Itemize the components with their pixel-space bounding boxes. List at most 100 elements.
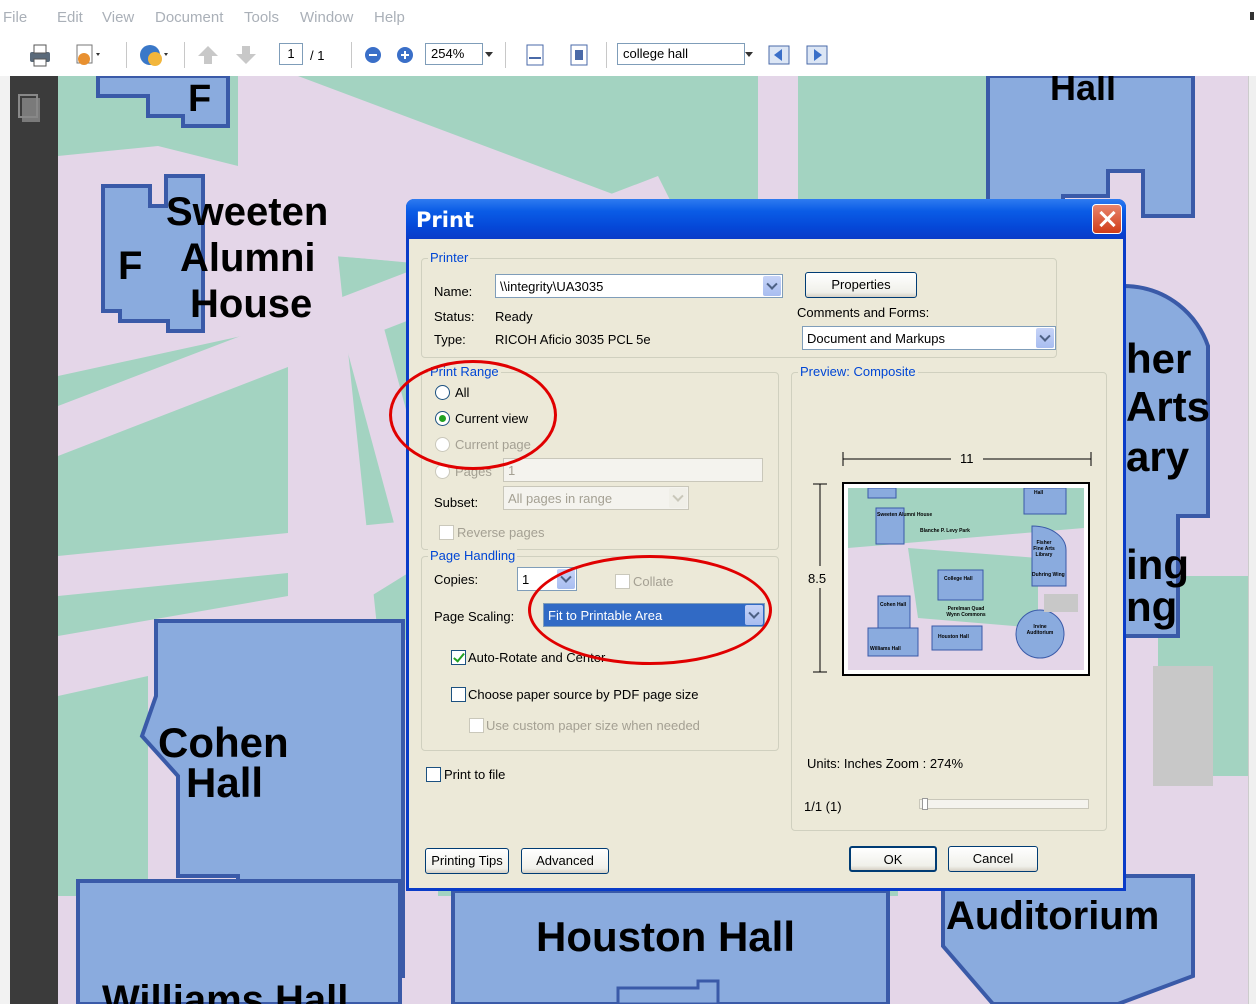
- toolbar-separator: [184, 42, 186, 68]
- menu-window[interactable]: Window: [300, 9, 353, 26]
- thumb-label-sweeten: Sweeten Alumni House: [877, 512, 933, 518]
- page-scaling-label: Page Scaling:: [434, 609, 515, 624]
- dialog-titlebar[interactable]: Print: [406, 199, 1126, 239]
- preview-page: Sweeten Alumni House Blanche P. Levy Par…: [842, 482, 1090, 676]
- map-label-sweeten-2: Alumni: [180, 236, 316, 280]
- map-label-duhring-2: ng: [1126, 583, 1178, 630]
- paper-source-label: Choose paper source by PDF page size: [468, 687, 699, 702]
- pane-edge: [0, 76, 10, 1004]
- comments-forms-value: Document and Markups: [807, 331, 946, 346]
- fit-width-icon[interactable]: [524, 42, 546, 68]
- printer-name-select[interactable]: \\integrity\UA3035: [495, 274, 783, 298]
- thumb-label-fisher: Fisher Fine Arts Library: [1033, 540, 1055, 558]
- toolbar-separator: [606, 42, 608, 68]
- copies-value: 1: [522, 572, 530, 587]
- map-label-f-left: F: [118, 244, 143, 288]
- navigation-pane: [0, 76, 58, 1004]
- thumb-label-college-hall: College Hall: [944, 576, 973, 582]
- share-icon[interactable]: [136, 42, 170, 68]
- menu-file[interactable]: File: [3, 9, 27, 26]
- chevron-down-icon[interactable]: [763, 276, 781, 296]
- annotation-ellipse-page-scaling: [528, 555, 772, 665]
- next-page-icon[interactable]: [234, 42, 258, 68]
- slider-thumb[interactable]: [922, 798, 928, 810]
- map-label-f-top: F: [188, 78, 212, 120]
- pin-icon[interactable]: [1250, 12, 1254, 20]
- menu-view[interactable]: View: [102, 9, 134, 26]
- map-label-auditorium: Auditorium: [946, 894, 1160, 938]
- printer-status-label: Status:: [434, 309, 475, 324]
- properties-button[interactable]: Properties: [805, 272, 917, 298]
- zoom-input[interactable]: 254%: [425, 43, 483, 65]
- map-label-cohen-2: Hall: [186, 759, 264, 806]
- menu-document[interactable]: Document: [155, 9, 223, 26]
- chevron-down-icon[interactable]: [1036, 328, 1054, 348]
- thumb-label-cohen: Cohen Hall: [880, 602, 907, 608]
- printer-type-value: RICOH Aficio 3035 PCL 5e: [495, 332, 651, 347]
- close-icon[interactable]: [1092, 204, 1122, 234]
- printer-group-label: Printer: [428, 250, 471, 265]
- menu-help[interactable]: Help: [374, 9, 405, 26]
- menu-tools[interactable]: Tools: [244, 9, 279, 26]
- advanced-button[interactable]: Advanced: [521, 848, 609, 874]
- print-to-file-checkbox[interactable]: [426, 767, 441, 782]
- printing-tips-button[interactable]: Printing Tips: [425, 848, 509, 874]
- attach-icon[interactable]: [72, 42, 102, 68]
- find-next-icon[interactable]: [804, 42, 832, 68]
- thumb-label-perelman: Perelman Quad Wynn Commons: [946, 606, 986, 618]
- printer-type-label: Type:: [434, 332, 466, 347]
- toolbar-separator: [126, 42, 128, 68]
- pages-input[interactable]: 1: [503, 458, 763, 482]
- map-label-williams: Williams Hall: [102, 978, 349, 1004]
- subset-select[interactable]: All pages in range: [503, 486, 689, 510]
- print-icon[interactable]: [26, 42, 54, 68]
- annotation-ellipse-print-range: [389, 360, 557, 470]
- printer-status-value: Ready: [495, 309, 533, 324]
- ok-button[interactable]: OK: [849, 846, 937, 872]
- comments-forms-select[interactable]: Document and Markups: [802, 326, 1056, 350]
- map-label-duhring-1: ing: [1126, 541, 1189, 588]
- thumb-label-levy-park: Blanche P. Levy Park: [920, 528, 970, 534]
- thumb-label-williams: Williams Hall: [870, 646, 901, 652]
- find-previous-icon[interactable]: [766, 42, 794, 68]
- zoom-dropdown-icon[interactable]: [482, 43, 496, 65]
- page-number-input[interactable]: 1: [279, 43, 303, 65]
- printer-name-value: \\integrity\UA3035: [500, 279, 604, 294]
- prev-page-icon[interactable]: [196, 42, 220, 68]
- reverse-pages-checkbox[interactable]: [439, 525, 454, 540]
- toolbar-separator: [505, 42, 507, 68]
- custom-paper-checkbox[interactable]: [469, 718, 484, 733]
- fit-page-icon[interactable]: [568, 42, 590, 68]
- print-to-file-label: Print to file: [444, 767, 506, 782]
- preview-page-slider[interactable]: [919, 798, 1089, 810]
- reverse-pages-label: Reverse pages: [457, 525, 545, 540]
- dialog-title: Print: [416, 208, 474, 232]
- custom-paper-label: Use custom paper size when needed: [486, 718, 700, 733]
- paper-source-checkbox[interactable]: [451, 687, 466, 702]
- thumb-label-irvine: Irvine Auditorium: [1026, 624, 1054, 636]
- menu-edit[interactable]: Edit: [57, 9, 83, 26]
- map-label-fisher-3: ary: [1126, 433, 1190, 480]
- subset-label: Subset:: [434, 495, 479, 510]
- toolbar: 1 / 1 254% college hall: [0, 36, 1256, 76]
- zoom-in-icon[interactable]: [394, 42, 416, 68]
- page-counter-text: 1/1 (1): [804, 799, 842, 814]
- search-input[interactable]: college hall: [617, 43, 745, 65]
- map-label-sweeten-1: Sweeten: [166, 190, 329, 234]
- printer-name-label: Name:: [434, 284, 473, 299]
- zoom-out-icon[interactable]: [362, 42, 384, 68]
- menu-bar: File Edit View Document Tools Window Hel…: [0, 0, 1256, 36]
- thumb-label-duhring: Duhring Wing: [1032, 572, 1065, 578]
- map-label-hall-top: Hall: [1050, 76, 1117, 108]
- page-handling-label: Page Handling: [428, 548, 518, 563]
- pages-panel-icon[interactable]: [18, 94, 40, 122]
- map-label-houston: Houston Hall: [536, 913, 795, 960]
- cancel-button[interactable]: Cancel: [948, 846, 1038, 872]
- thumb-label-hall: Hall: [1034, 490, 1044, 496]
- vertical-scrollbar[interactable]: [1248, 76, 1256, 1004]
- map-label-fisher-1: her: [1126, 335, 1192, 382]
- preview-height-value: 8.5: [808, 571, 827, 586]
- search-dropdown-icon[interactable]: [742, 43, 756, 65]
- chevron-down-icon[interactable]: [669, 488, 687, 508]
- auto-rotate-checkbox[interactable]: [451, 650, 466, 665]
